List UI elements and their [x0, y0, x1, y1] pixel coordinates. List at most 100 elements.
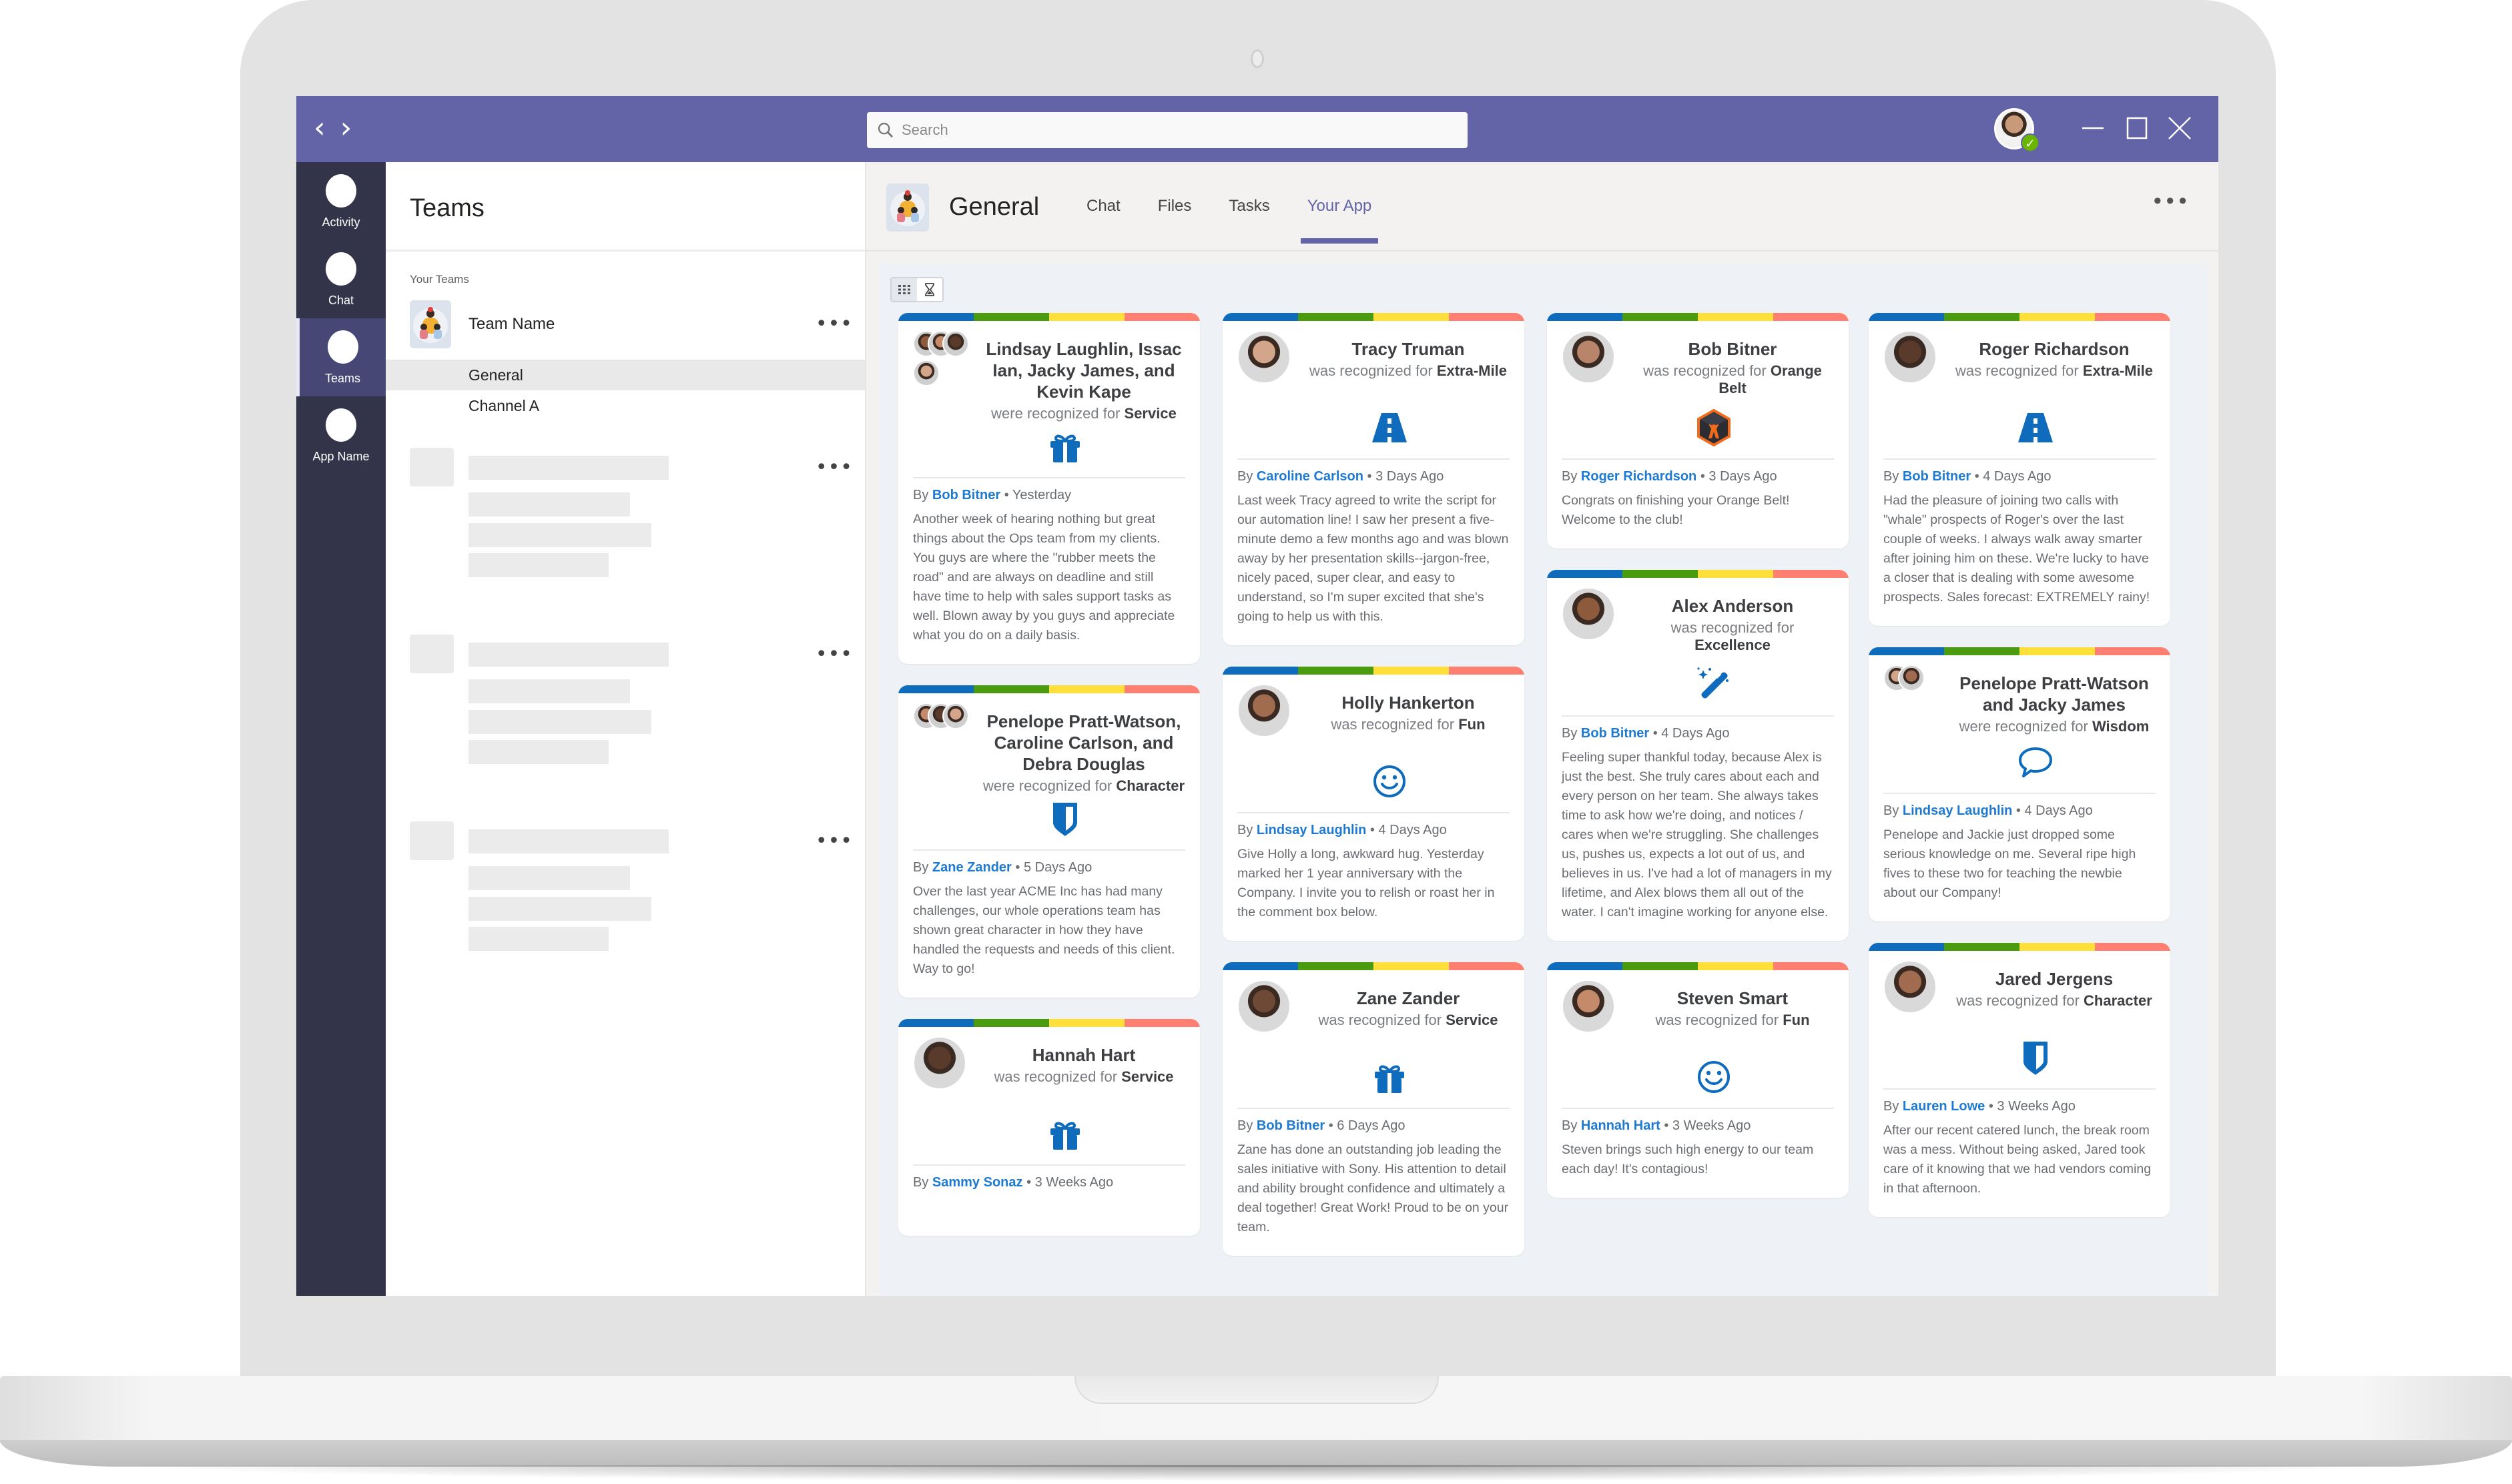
- placeholder-avatar: [410, 448, 454, 486]
- stripe-segment: [1298, 962, 1373, 970]
- recipient-names: Bob Bitner: [1688, 339, 1777, 359]
- rail-item-app-name[interactable]: App Name: [296, 396, 386, 474]
- author-link[interactable]: Sammy Sonaz: [932, 1175, 1023, 1190]
- channel-more-options-icon[interactable]: •••: [2151, 189, 2189, 214]
- rail-item-chat[interactable]: Chat: [296, 240, 386, 318]
- recognition-card[interactable]: Steven Smart was recognized for Fun By H…: [1547, 962, 1849, 1198]
- author-link[interactable]: Lindsay Laughlin: [1903, 803, 2012, 818]
- recognition-card[interactable]: Penelope Pratt-Watson and Jacky James we…: [1869, 647, 2170, 921]
- recognition-line: was recognized for Service: [994, 1068, 1174, 1085]
- placeholder-team: •••: [386, 635, 865, 795]
- recognition-message: Over the last year ACME Inc has had many…: [913, 884, 1175, 976]
- channel-item-general[interactable]: General: [386, 360, 865, 390]
- shield-icon: [2023, 1042, 2048, 1075]
- recipient-avatars: [1883, 665, 1953, 738]
- gift-icon: [1050, 1122, 1080, 1150]
- stripe-segment: [974, 313, 1049, 321]
- recognition-card[interactable]: Roger Richardson was recognized for Extr…: [1869, 313, 2170, 626]
- stripe-segment: [898, 685, 974, 693]
- recognition-card[interactable]: Jared Jergens was recognized for Charact…: [1869, 943, 2170, 1217]
- search-icon: [878, 122, 893, 137]
- recognition-card[interactable]: Alex Anderson was recognized for Excelle…: [1547, 570, 1849, 941]
- author-link[interactable]: Bob Bitner: [1581, 726, 1649, 741]
- more-options-icon[interactable]: •••: [816, 645, 853, 665]
- author-link[interactable]: Lindsay Laughlin: [1257, 823, 1366, 837]
- recipient-avatars: [1237, 330, 1307, 404]
- grid-view-button[interactable]: [892, 278, 917, 301]
- author-link[interactable]: Bob Bitner: [1257, 1118, 1325, 1133]
- recipient-avatars: [913, 703, 982, 795]
- byline: By Bob Bitner • 4 Days Ago: [1562, 726, 1730, 741]
- stripe-segment: [1869, 943, 1944, 951]
- timeline-view-button[interactable]: [917, 278, 942, 301]
- minimize-icon[interactable]: [2078, 113, 2108, 143]
- stripe-segment: [1547, 313, 1622, 321]
- recognition-message: Another week of hearing nothing but grea…: [913, 512, 1175, 643]
- recipient-names: Holly Hankerton: [1341, 693, 1475, 713]
- webcam: [1251, 49, 1264, 68]
- tab-your-app[interactable]: Your App: [1300, 197, 1378, 244]
- color-stripe: [1547, 962, 1849, 970]
- recognition-card[interactable]: Lindsay Laughlin, Issac Ian, Jacky James…: [898, 313, 1200, 664]
- author-link[interactable]: Caroline Carlson: [1257, 469, 1363, 484]
- stripe-segment: [1449, 313, 1524, 321]
- author-link[interactable]: Roger Richardson: [1581, 469, 1696, 484]
- recognition-card[interactable]: Zane Zander was recognized for Service B…: [1223, 962, 1524, 1256]
- recognition-message: After our recent catered lunch, the brea…: [1883, 1123, 2152, 1196]
- author-link[interactable]: Hannah Hart: [1581, 1118, 1660, 1133]
- author-link[interactable]: Zane Zander: [932, 860, 1012, 875]
- tab-tasks[interactable]: Tasks: [1229, 197, 1269, 216]
- chat-icon: [326, 252, 356, 286]
- app-rail: Activity Chat Teams App Name: [296, 162, 386, 1296]
- recognition-message: Congrats on finishing your Orange Belt! …: [1562, 493, 1790, 527]
- color-stripe: [1869, 647, 2170, 655]
- byline: By Bob Bitner • 6 Days Ago: [1237, 1118, 1405, 1133]
- author-link[interactable]: Bob Bitner: [932, 488, 1000, 502]
- more-options-icon[interactable]: •••: [816, 831, 853, 851]
- divider: [1562, 715, 1834, 717]
- author-link[interactable]: Bob Bitner: [1903, 469, 1971, 484]
- divider: [1562, 458, 1834, 460]
- recognition-card[interactable]: Tracy Truman was recognized for Extra-Mi…: [1223, 313, 1524, 645]
- divider: [913, 477, 1185, 478]
- recipient-names: Lindsay Laughlin, Issac Ian, Jacky James…: [986, 339, 1182, 402]
- recognition-card[interactable]: Hannah Hart was recognized for Service B…: [898, 1019, 1200, 1236]
- tab-files[interactable]: Files: [1158, 197, 1192, 216]
- search-box[interactable]: [867, 112, 1468, 148]
- forward-arrow-icon[interactable]: ›: [340, 113, 352, 143]
- maximize-icon[interactable]: [2122, 113, 2152, 143]
- recognition-card[interactable]: Holly Hankerton was recognized for Fun B…: [1223, 667, 1524, 941]
- team-item[interactable]: Team Name •••: [386, 298, 865, 350]
- search-input[interactable]: [902, 121, 1436, 139]
- timestamp: • 4 Days Ago: [1652, 726, 1730, 741]
- channel-item-channel-a[interactable]: Channel A: [386, 390, 865, 421]
- team-more-options-icon[interactable]: •••: [816, 314, 853, 334]
- recipient-avatars: [1562, 587, 1631, 661]
- recognition-card[interactable]: Penelope Pratt-Watson, Caroline Carlson,…: [898, 685, 1200, 998]
- more-options-icon[interactable]: •••: [816, 458, 853, 478]
- rail-item-activity[interactable]: Activity: [296, 162, 386, 240]
- stripe-segment: [1125, 313, 1200, 321]
- team-name: Team Name: [468, 315, 555, 333]
- divider: [913, 849, 1185, 851]
- app-icon: [326, 408, 356, 442]
- recipient-avatars: [1237, 684, 1307, 757]
- author-link[interactable]: Lauren Lowe: [1903, 1099, 1985, 1114]
- recipient-avatar: [913, 1036, 966, 1090]
- byline: By Hannah Hart • 3 Weeks Ago: [1562, 1118, 1751, 1133]
- recognition-card[interactable]: Bob Bitner was recognized for Orange Bel…: [1547, 313, 1849, 548]
- hourglass-icon: [925, 283, 934, 296]
- timestamp: • Yesterday: [1004, 488, 1072, 502]
- timestamp: • 3 Days Ago: [1367, 469, 1444, 484]
- byline: By Bob Bitner • 4 Days Ago: [1883, 469, 2052, 484]
- rail-item-teams[interactable]: Teams: [296, 318, 386, 396]
- tab-chat[interactable]: Chat: [1086, 197, 1121, 216]
- back-arrow-icon[interactable]: ‹: [314, 113, 326, 143]
- close-icon[interactable]: [2165, 113, 2194, 143]
- placeholder-line: [468, 897, 651, 921]
- rail-label: Teams: [324, 372, 360, 385]
- stripe-segment: [974, 685, 1049, 693]
- recognition-line: was recognized for Excellence: [1670, 619, 1795, 653]
- recognition-message: Zane has done an outstanding job leading…: [1237, 1142, 1509, 1234]
- stripe-segment: [1049, 1019, 1125, 1027]
